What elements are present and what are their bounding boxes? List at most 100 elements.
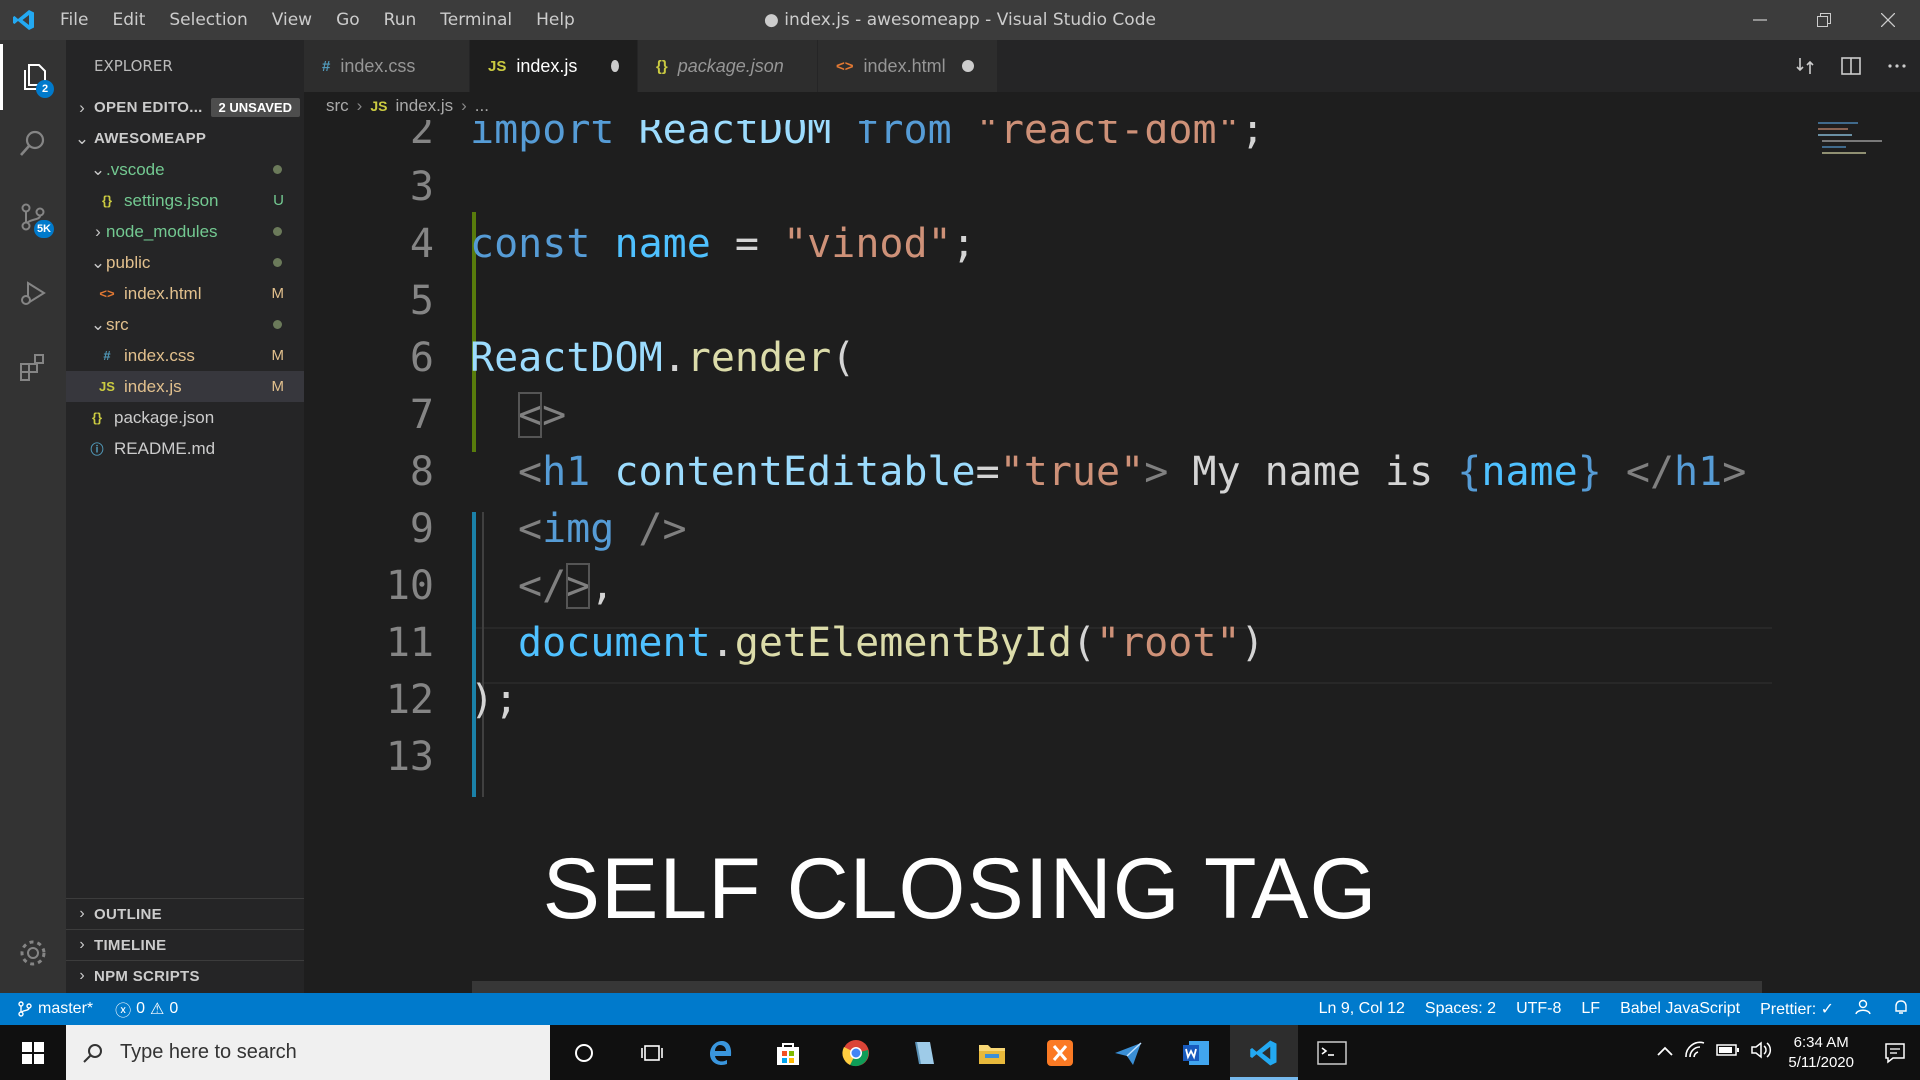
problems-status[interactable]: ⓧ 0 ⚠ 0	[115, 997, 178, 1021]
tree-folder-vscode[interactable]: ⌄ .vscode	[66, 154, 304, 185]
taskbar-app-notes[interactable]	[890, 1025, 958, 1080]
wifi-icon[interactable]	[1684, 1041, 1706, 1064]
horizontal-scrollbar[interactable]	[472, 981, 1762, 993]
timeline-title: TIMELINE	[94, 936, 167, 954]
taskbar-app-file-explorer[interactable]	[958, 1025, 1026, 1080]
indentation-status[interactable]: Spaces: 2	[1425, 1000, 1496, 1018]
more-actions-button[interactable]	[1874, 40, 1920, 92]
chevron-right-icon: ›	[95, 221, 101, 241]
title-bar: File Edit Selection View Go Run Terminal…	[0, 0, 1920, 40]
taskbar-app-xampp[interactable]	[1026, 1025, 1094, 1080]
battery-icon[interactable]	[1716, 1043, 1740, 1062]
tab-index-css[interactable]: # index.css	[304, 40, 470, 92]
eol-status[interactable]: LF	[1581, 1000, 1600, 1018]
search-activity-button[interactable]	[0, 110, 66, 176]
tree-file-index-js[interactable]: JS index.js M	[66, 371, 304, 402]
tree-folder-node-modules[interactable]: › node_modules	[66, 216, 304, 247]
restore-button[interactable]	[1792, 0, 1856, 40]
code-token: <	[518, 449, 543, 495]
cursor-position[interactable]: Ln 9, Col 12	[1319, 1000, 1405, 1018]
tree-file-readme[interactable]: ⓘ README.md	[66, 433, 304, 464]
minimize-button[interactable]	[1728, 0, 1792, 40]
menu-edit[interactable]: Edit	[100, 0, 157, 40]
code-token: }	[1577, 449, 1602, 495]
project-folder[interactable]: ⌄ AWESOMEAPP	[66, 123, 304, 154]
tree-file-index-html[interactable]: <> index.html M	[66, 278, 304, 309]
unsaved-dot-icon[interactable]	[611, 60, 619, 72]
source-control-activity-button[interactable]: 5K	[0, 184, 66, 250]
taskbar-search[interactable]: Type here to search	[66, 1025, 550, 1080]
taskbar-app-store[interactable]	[754, 1025, 822, 1080]
menu-file[interactable]: File	[48, 0, 100, 40]
menu-run[interactable]: Run	[372, 0, 429, 40]
code-token: h1	[542, 449, 591, 495]
status-bar: master* ⓧ 0 ⚠ 0 Ln 9, Col 12 Spaces: 2 U…	[0, 993, 1920, 1025]
split-editor-button[interactable]	[1828, 40, 1874, 92]
code-token: getElementById	[734, 620, 1072, 666]
taskbar-app-vscode[interactable]	[1230, 1025, 1298, 1080]
encoding-status[interactable]: UTF-8	[1516, 1000, 1561, 1018]
code-token: My name is	[1168, 449, 1458, 495]
unsaved-dot-icon[interactable]	[961, 60, 974, 72]
vscode-app-icon	[1250, 1040, 1277, 1065]
tree-item-label: index.js	[124, 376, 182, 396]
taskbar-app-edge[interactable]	[686, 1025, 754, 1080]
chrome-browser-icon	[842, 1039, 869, 1066]
cortana-button[interactable]	[550, 1025, 618, 1080]
taskbar-app-terminal[interactable]	[1298, 1025, 1366, 1080]
tab-index-js[interactable]: JS index.js	[470, 40, 638, 92]
run-activity-button[interactable]	[0, 260, 66, 326]
window-controls	[1728, 0, 1920, 40]
tab-package-json[interactable]: {} package.json	[638, 40, 818, 92]
tree-file-package-json[interactable]: {} package.json	[66, 402, 304, 433]
breadcrumb-file[interactable]: index.js	[395, 96, 453, 116]
tab-index-html[interactable]: <> index.html	[818, 40, 998, 92]
code-line-7: <>	[518, 387, 566, 444]
js-file-icon: JS	[488, 57, 507, 75]
warning-icon: ⚠	[150, 1001, 165, 1018]
git-branch-status[interactable]: master*	[18, 1000, 93, 1018]
code-token: .	[662, 335, 687, 381]
menu-terminal[interactable]: Terminal	[428, 0, 524, 40]
tree-item-label: README.md	[114, 438, 216, 458]
project-title: AWESOMEAPP	[94, 130, 207, 147]
menu-view[interactable]: View	[260, 0, 324, 40]
close-button[interactable]	[1856, 0, 1920, 40]
notifications-bell-icon[interactable]	[1892, 998, 1910, 1021]
taskbar-app-chrome[interactable]	[822, 1025, 890, 1080]
branch-name: master*	[38, 1000, 94, 1017]
feedback-icon[interactable]	[1854, 998, 1872, 1021]
modified-dot	[273, 165, 282, 174]
volume-icon[interactable]	[1750, 1041, 1772, 1064]
breadcrumb: src › JS index.js › ...	[304, 92, 1920, 120]
explorer-activity-button[interactable]: 2	[0, 44, 66, 110]
indent-guide	[482, 512, 484, 797]
taskbar-app-deploy[interactable]	[1094, 1025, 1162, 1080]
npm-scripts-section[interactable]: › NPM SCRIPTS	[66, 960, 304, 991]
minimap[interactable]	[1814, 120, 1904, 170]
tree-folder-src[interactable]: ⌄ src	[66, 309, 304, 340]
taskbar-clock[interactable]: 6:34 AM 5/11/2020	[1788, 1033, 1854, 1073]
breadcrumb-folder[interactable]: src	[326, 96, 349, 116]
chevron-up-icon[interactable]	[1656, 1044, 1674, 1062]
tree-file-index-css[interactable]: # index.css M	[66, 340, 304, 371]
tree-folder-public[interactable]: ⌄ public	[66, 247, 304, 278]
clock-date: 5/11/2020	[1788, 1053, 1854, 1071]
taskbar-app-word[interactable]	[1162, 1025, 1230, 1080]
open-changes-button[interactable]	[1782, 40, 1828, 92]
tree-file-settings-json[interactable]: {} settings.json U	[66, 185, 304, 216]
language-mode[interactable]: Babel JavaScript	[1620, 1000, 1740, 1018]
breadcrumb-symbol[interactable]: ...	[475, 96, 489, 116]
extensions-activity-button[interactable]	[0, 334, 66, 400]
start-button[interactable]	[0, 1025, 66, 1080]
prettier-status[interactable]: Prettier: ✓	[1760, 999, 1834, 1019]
open-editors-section[interactable]: › OPEN EDITO... 2 UNSAVED	[66, 92, 304, 123]
menu-go[interactable]: Go	[324, 0, 372, 40]
menu-selection[interactable]: Selection	[157, 0, 259, 40]
action-center-button[interactable]	[1870, 1025, 1920, 1080]
task-view-button[interactable]	[618, 1025, 686, 1080]
gear-icon	[20, 940, 46, 966]
tree-item-label: settings.json	[124, 190, 219, 210]
code-token: ,	[590, 563, 615, 609]
menu-help[interactable]: Help	[524, 0, 587, 40]
